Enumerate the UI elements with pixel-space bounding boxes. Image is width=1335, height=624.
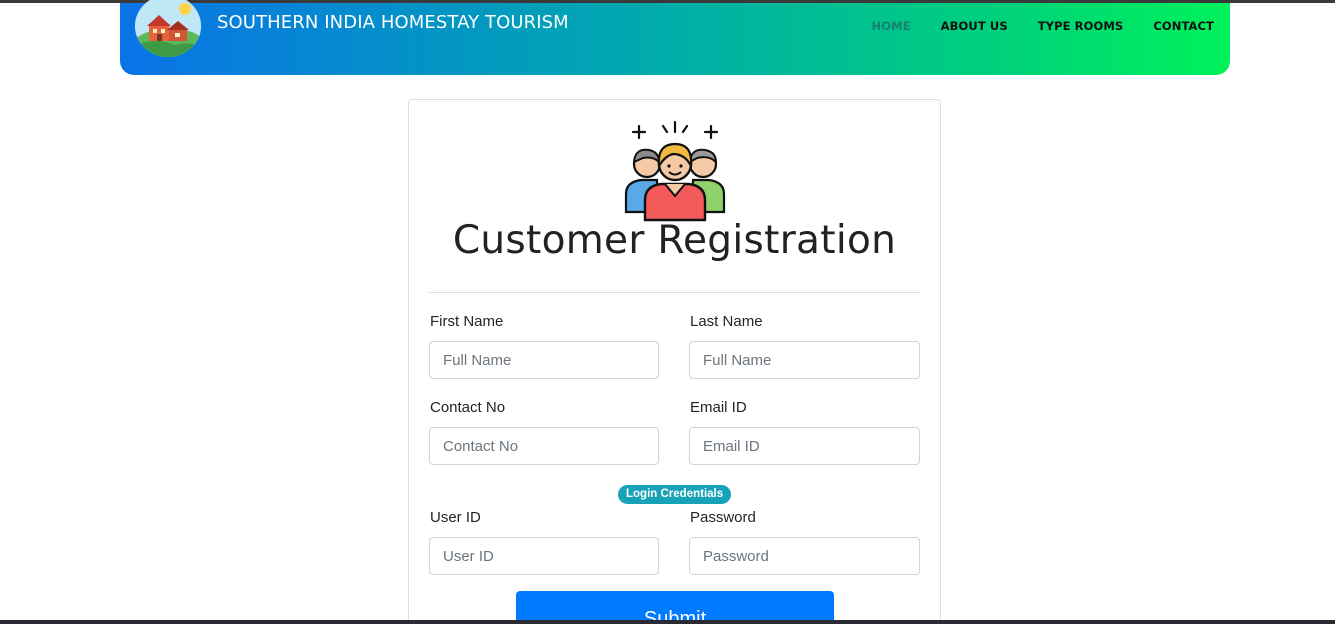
first-name-label: First Name [430,313,504,330]
password-input[interactable] [689,537,920,575]
group-of-people-icon [623,120,727,224]
nav-about-us-link[interactable]: ABOUT US [941,19,1008,33]
nav-home-link[interactable]: HOME [872,19,911,33]
contact-no-label: Contact No [430,399,506,416]
last-name-label: Last Name [690,313,763,330]
nav-contact-link[interactable]: CONTACT [1153,19,1214,33]
email-id-input[interactable] [689,427,920,465]
user-id-label: User ID [430,509,481,526]
title-divider [429,292,920,293]
brand-title[interactable]: SOUTHERN INDIA HOMESTAY TOURISM [217,12,569,33]
main-nav: HOME ABOUT US TYPE ROOMS CONTACT [842,19,1214,33]
login-credentials-badge: Login Credentials [618,485,732,504]
user-id-input[interactable] [429,537,659,575]
site-header: SOUTHERN INDIA HOMESTAY TOURISM HOME ABO… [120,0,1230,75]
window-bottom-edge [0,620,1335,624]
homestay-logo-icon[interactable] [135,0,201,57]
registration-card: Customer Registration First Name Last Na… [408,99,941,624]
page-title: Customer Registration [452,218,897,263]
email-id-label: Email ID [690,399,747,416]
contact-no-input[interactable] [429,427,659,465]
nav-type-rooms-link[interactable]: TYPE ROOMS [1038,19,1124,33]
first-name-input[interactable] [429,341,659,379]
last-name-input[interactable] [689,341,920,379]
password-label: Password [690,509,756,526]
